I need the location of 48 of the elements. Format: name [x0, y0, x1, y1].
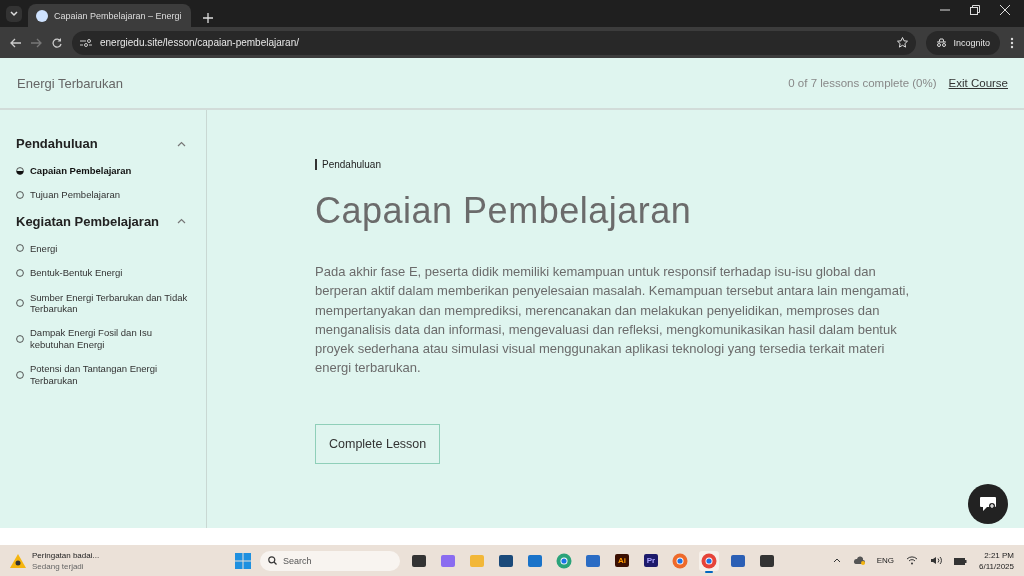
section-title: Kegiatan Pembelajaran [16, 213, 161, 229]
menu-icon[interactable] [1010, 36, 1014, 49]
incognito-button[interactable]: Incognito [926, 30, 1000, 55]
weather-alert-title: Peringatan badai... [32, 550, 100, 560]
warning-icon[interactable] [10, 553, 26, 568]
incognito-icon [936, 38, 948, 47]
browser-tab[interactable]: Capaian Pembelajaran – Energi [28, 4, 191, 27]
new-tab-icon[interactable] [203, 13, 213, 23]
tab-search-button[interactable] [6, 6, 22, 22]
chevron-icon [10, 11, 18, 17]
battery-icon[interactable] [954, 556, 967, 565]
weather-alert-subtitle: Sedang terjadi [32, 561, 85, 571]
cloud-icon [852, 556, 865, 565]
lesson-link[interactable]: Energi [30, 242, 58, 255]
speaker-icon[interactable] [930, 556, 942, 565]
lesson-link[interactable]: Capaian Pembelajaran [30, 165, 132, 177]
exit-course-link[interactable]: Exit Course [948, 77, 1008, 89]
lesson-link[interactable]: Bentuk-Bentuk Energi [30, 267, 123, 279]
search-field[interactable]: Search [260, 550, 400, 571]
reload-icon[interactable] [52, 37, 62, 48]
section-title: Pendahuluan [16, 136, 99, 151]
breadcrumb: Pendahuluan [315, 159, 381, 170]
clock-date[interactable]: 6/11/2025 [979, 561, 1014, 571]
chat-icon [979, 496, 997, 512]
lesson-link[interactable]: Dampak Energi Fosil dan Isu kebutuhan Energi [30, 327, 194, 351]
address-bar[interactable]: energiedu.site/lesson/capaian-pembelajaran/ [72, 30, 917, 55]
search-icon [268, 556, 277, 565]
start-icon[interactable] [235, 552, 251, 569]
complete-lesson-button[interactable]: Complete Lesson [315, 423, 441, 464]
star-icon[interactable] [897, 37, 909, 48]
back-icon[interactable] [10, 37, 21, 48]
close-icon[interactable] [1000, 4, 1010, 15]
lesson-title: Capaian Pembelajaran [315, 190, 693, 232]
site-settings-icon [80, 37, 92, 48]
language-indicator[interactable]: ENG [876, 556, 894, 565]
site-icon [36, 9, 48, 22]
lesson-text: Pada akhir fase E, peserta didik memiliki kemampuan untuk responsif terhadap isu-isu global dan berperan aktif dalam memberikan penyelesaian masalah. Kemampuan tersebut antara lain mengamati, mempertanyakan dan memprediksi, merencanakan dan melakukan penyelidikan, memproses dan menganalisis data dan informasi, mengevaluasi dan refleksi, mengkomunikasikan hasil dalam bentuk proyek sederhana atau simulasi visual menggunakan aplikasi teknologi yang tersedia terkait materi energi terbarukan. [315, 263, 910, 378]
restore-icon[interactable] [970, 4, 980, 15]
clock-time[interactable]: 2:21 PM [984, 550, 1014, 560]
lesson-link[interactable]: Tujuan Pembelajaran [30, 189, 120, 201]
wifi-icon[interactable] [906, 556, 918, 565]
chevron-icon[interactable] [832, 558, 841, 563]
course-title: Energi Terbarukan [17, 75, 123, 91]
progress-text: 0 of 7 lessons complete (0%) [788, 77, 937, 89]
forward-icon[interactable] [31, 37, 42, 48]
lesson-link[interactable]: Potensi dan Tantangan Energi Terbarukan [30, 363, 194, 386]
chat-button[interactable] [968, 484, 1008, 524]
lesson-link[interactable]: Sumber Energi Terbarukan dan Tidak Terbarukan [30, 291, 194, 315]
